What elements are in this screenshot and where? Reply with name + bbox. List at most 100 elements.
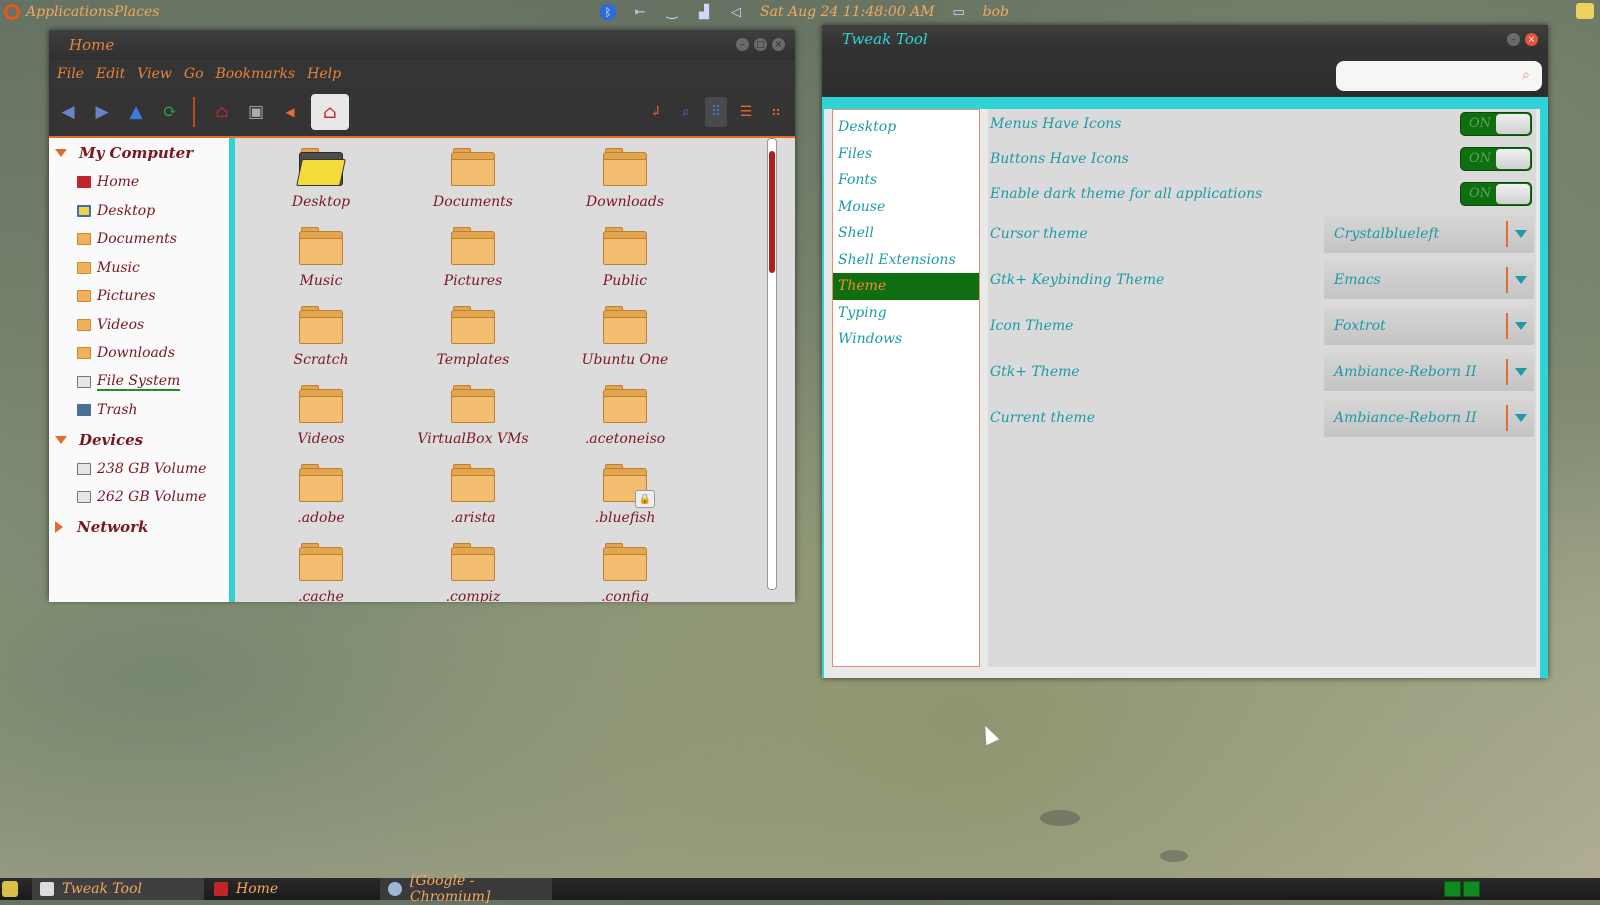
sidebar-item-238gb-volume[interactable]: 238 GB Volume (49, 455, 229, 484)
file-item[interactable]: Public (555, 227, 695, 289)
menu-file[interactable]: File (57, 66, 84, 82)
task-home[interactable]: Home (206, 878, 378, 900)
gtk-theme-dropdown[interactable]: Ambiance-Reborn II (1324, 353, 1534, 391)
menu-help[interactable]: Help (307, 66, 341, 82)
file-item[interactable]: Documents (403, 148, 543, 210)
icon-theme-dropdown[interactable]: Foxtrot (1324, 307, 1534, 345)
applications-places-label[interactable]: ApplicationsPlaces (26, 4, 159, 20)
menu-go[interactable]: Go (184, 66, 204, 82)
file-item[interactable]: Ubuntu One (555, 306, 695, 368)
icon-view-icon[interactable]: ⠿ (705, 97, 727, 127)
menus-have-icons-toggle[interactable]: ON (1460, 112, 1532, 136)
volume-icon[interactable]: ◁ (728, 4, 744, 20)
sidebar-item-videos[interactable]: Videos (49, 311, 229, 340)
file-manager-body: My Computer Home Desktop Documents Music… (49, 136, 795, 602)
reload-icon[interactable]: ⟳ (155, 97, 185, 127)
list-view-icon[interactable]: ☰ (735, 97, 757, 127)
minimize-button[interactable]: – (736, 38, 749, 51)
file-item[interactable]: Pictures (403, 227, 543, 289)
category-files[interactable]: Files (833, 141, 979, 168)
file-item[interactable]: Scratch (251, 306, 391, 368)
bluetooth-icon[interactable]: ᛒ (600, 4, 616, 20)
back-arrow-icon[interactable]: ◀ (53, 97, 83, 127)
workspace-switcher[interactable] (1444, 881, 1480, 897)
path-home-button[interactable]: ⌂ (311, 94, 349, 130)
section-devices[interactable]: Devices (49, 425, 229, 455)
sidebar-item-pictures[interactable]: Pictures (49, 282, 229, 311)
current-theme-dropdown[interactable]: Ambiance-Reborn II (1324, 399, 1534, 437)
category-shell[interactable]: Shell (833, 220, 979, 247)
sidebar-item-home[interactable]: Home (49, 168, 229, 197)
tweak-tool-titlebar[interactable]: Tweak Tool – × (822, 25, 1548, 53)
category-theme[interactable]: Theme (833, 273, 979, 300)
compact-view-icon[interactable]: ⠶ (765, 97, 787, 127)
back-arrow-icon[interactable]: ⇤ (632, 4, 648, 20)
section-network[interactable]: Network (49, 512, 229, 542)
scrollbar-thumb[interactable] (769, 151, 775, 273)
file-manager-titlebar[interactable]: Home – □ × (49, 30, 795, 60)
user-icon[interactable]: ▭ (951, 4, 967, 20)
file-item[interactable]: Videos (251, 385, 391, 447)
cursor-theme-dropdown[interactable]: Crystalblueleft (1324, 215, 1534, 253)
sidebar-item-trash[interactable]: Trash (49, 396, 229, 425)
sidebar-item-documents[interactable]: Documents (49, 225, 229, 254)
applications-menu[interactable]: ApplicationsPlaces (0, 0, 159, 24)
weather-icon[interactable] (1576, 3, 1594, 19)
task-tweak-tool[interactable]: Tweak Tool (32, 878, 204, 900)
buttons-have-icons-toggle[interactable]: ON (1460, 147, 1532, 171)
search-icon[interactable]: ⌕ (675, 97, 697, 127)
file-item[interactable]: .adobe (251, 464, 391, 526)
maximize-button[interactable]: □ (754, 38, 767, 51)
category-typing[interactable]: Typing (833, 300, 979, 327)
sidebar-item-downloads[interactable]: Downloads (49, 339, 229, 368)
category-windows[interactable]: Windows (833, 326, 979, 353)
signal-icon[interactable]: ▟ (696, 4, 712, 20)
menu-view[interactable]: View (137, 66, 172, 82)
keybinding-theme-dropdown[interactable]: Emacs (1324, 261, 1534, 299)
dark-theme-toggle[interactable]: ON (1460, 182, 1532, 206)
search-input[interactable]: ⌕ (1336, 61, 1542, 91)
category-shell-extensions[interactable]: Shell Extensions (833, 247, 979, 274)
close-button[interactable]: × (772, 38, 785, 51)
file-item[interactable]: .cache (251, 543, 391, 602)
computer-icon[interactable]: ▣ (241, 97, 271, 127)
menu-bookmarks[interactable]: Bookmarks (216, 66, 296, 82)
up-arrow-icon[interactable]: ▲ (121, 97, 151, 127)
category-fonts[interactable]: Fonts (833, 167, 979, 194)
file-item[interactable]: 🔒 .bluefish (555, 464, 695, 526)
show-desktop-icon[interactable] (2, 881, 18, 897)
file-item[interactable]: .config (555, 543, 695, 602)
file-item[interactable]: Downloads (555, 148, 695, 210)
sidebar-item-262gb-volume[interactable]: 262 GB Volume (49, 483, 229, 512)
dropdown-value: Crystalblueleft (1334, 226, 1440, 242)
category-desktop[interactable]: Desktop (833, 114, 979, 141)
file-item[interactable]: Desktop (251, 148, 391, 210)
category-mouse[interactable]: Mouse (833, 194, 979, 221)
section-my-computer[interactable]: My Computer (49, 138, 229, 168)
file-item[interactable]: Music (251, 227, 391, 289)
workspace-1[interactable] (1444, 881, 1461, 897)
location-toggle-icon[interactable]: ↲ (645, 97, 667, 127)
forward-arrow-icon[interactable]: ▶ (87, 97, 117, 127)
file-label: .arista (450, 510, 496, 526)
sidebar-item-file-system[interactable]: File System (49, 368, 229, 397)
vertical-scrollbar[interactable] (767, 138, 777, 590)
clock[interactable]: Sat Aug 24 11:48:00 AM (760, 4, 935, 20)
home-icon[interactable]: ⌂ (207, 97, 237, 127)
network-icon[interactable]: ‿ (664, 4, 680, 20)
user-name[interactable]: bob (983, 4, 1009, 20)
menu-edit[interactable]: Edit (96, 66, 125, 82)
sidebar-item-desktop[interactable]: Desktop (49, 197, 229, 226)
setting-current-theme: Current theme Ambiance-Reborn II (990, 399, 1534, 437)
file-item[interactable]: .acetoneiso (555, 385, 695, 447)
sidebar-item-music[interactable]: Music (49, 254, 229, 283)
path-left-arrow-icon[interactable]: ◀ (275, 97, 305, 127)
minimize-button[interactable]: – (1507, 33, 1520, 46)
file-item[interactable]: VirtualBox VMs (403, 385, 543, 447)
close-button[interactable]: × (1525, 33, 1538, 46)
file-item[interactable]: Templates (403, 306, 543, 368)
workspace-2[interactable] (1463, 881, 1480, 897)
task-chromium[interactable]: [Google - Chromium] (380, 873, 552, 905)
file-item[interactable]: .compiz (403, 543, 543, 602)
file-item[interactable]: .arista (403, 464, 543, 526)
